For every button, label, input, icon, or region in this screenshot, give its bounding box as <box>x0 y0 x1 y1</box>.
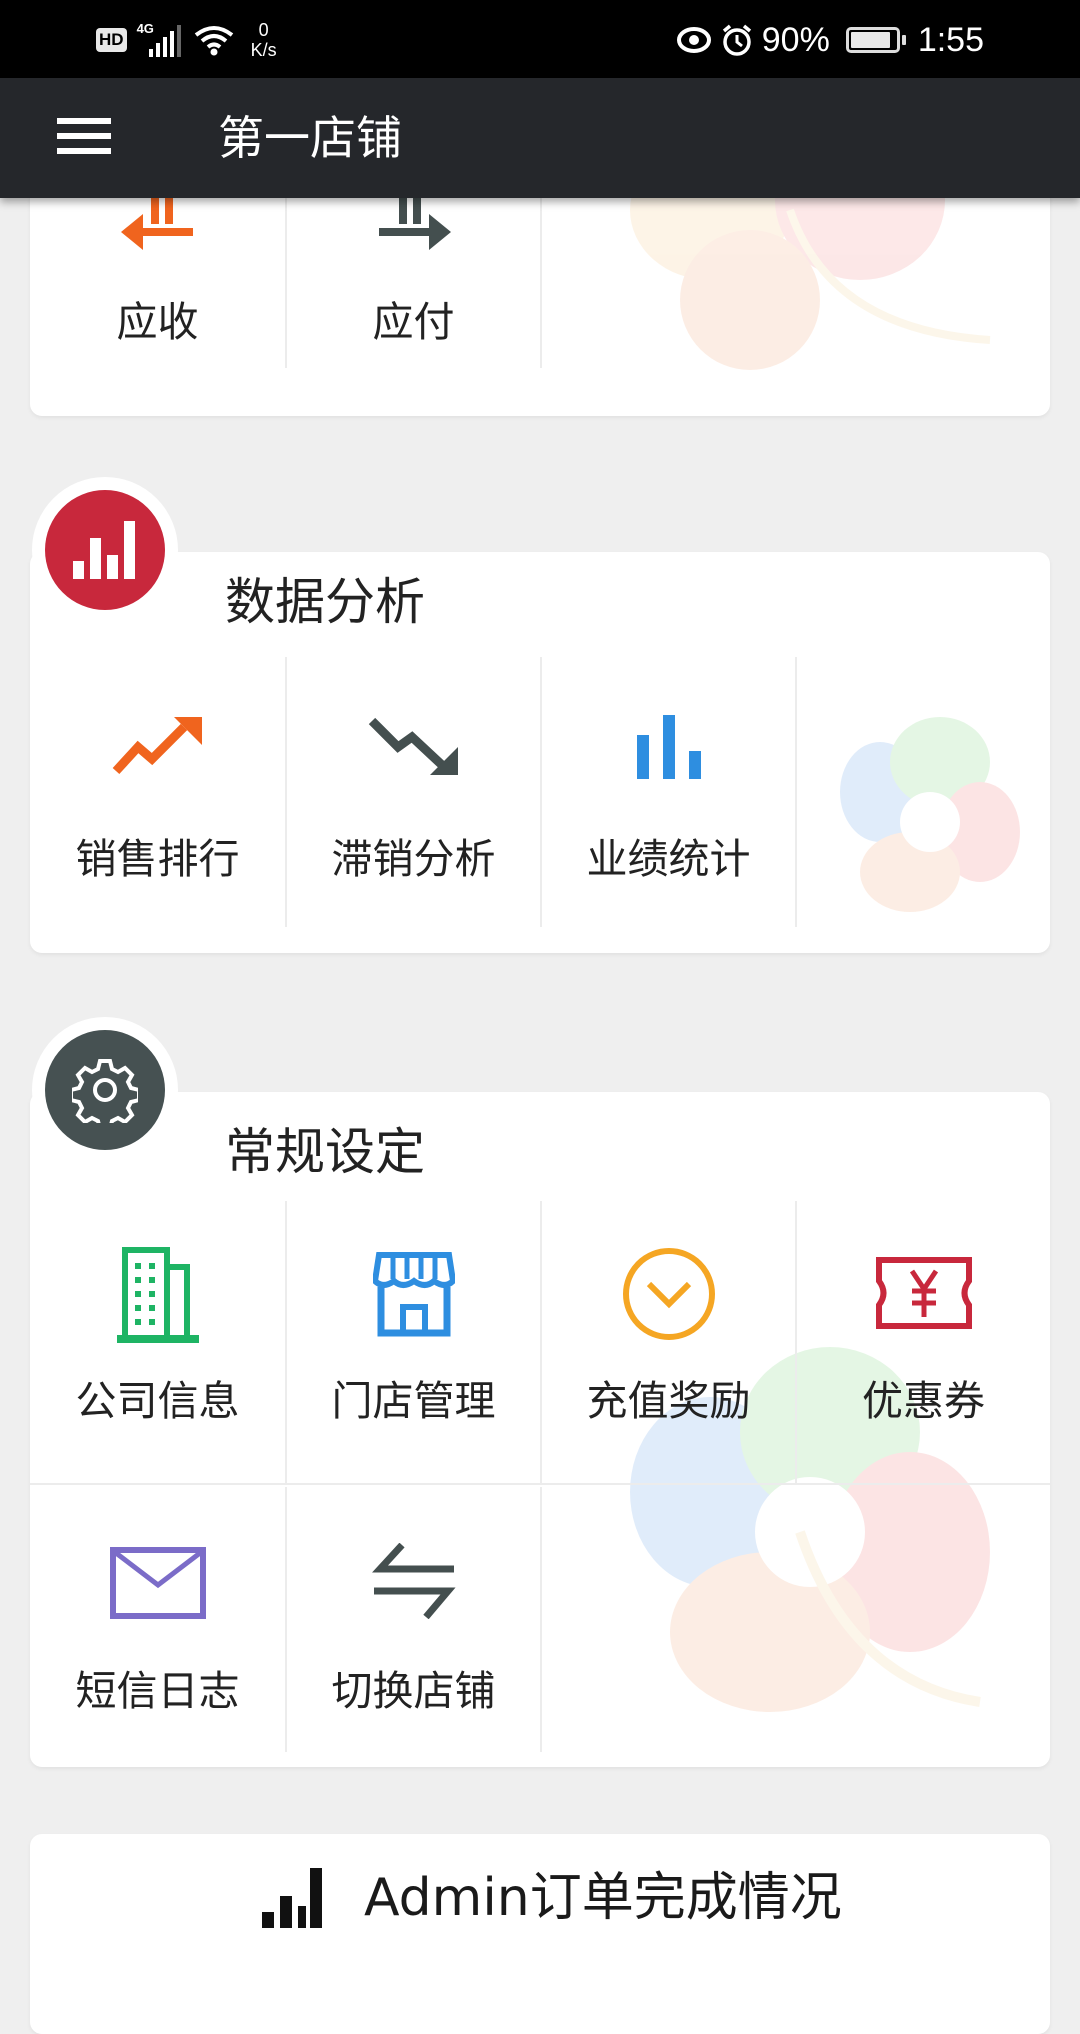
grid-item-label: 应付 <box>372 298 455 346</box>
trending-down-icon <box>368 717 458 775</box>
general-settings-card: 常规设定 公司信息 门店管理 充值奖励 优惠券 短信日志 切换店铺 <box>30 1092 1050 1767</box>
order-completion-card: Admin订单完成情况 <box>30 1834 1050 2034</box>
network-speed: 0 K/s <box>251 20 277 60</box>
grid-item-sales-ranking[interactable]: 销售排行 <box>30 657 285 927</box>
grid-item-label: 短信日志 <box>75 1667 240 1715</box>
grid-item-empty <box>540 1487 795 1752</box>
grid-item-performance[interactable]: 业绩统计 <box>540 657 795 927</box>
grid-item-label: 销售排行 <box>75 835 240 883</box>
grid-item-label: 优惠券 <box>862 1377 985 1425</box>
grid-item-empty <box>540 198 795 368</box>
grid-item-slow-sales[interactable]: 滞销分析 <box>285 657 540 927</box>
status-left: HD 4G 0 K/s <box>96 14 277 66</box>
network-type: 4G <box>136 21 154 36</box>
status-right: 90% 1:55 <box>676 14 984 66</box>
grid-item-switch-store[interactable]: 切换店铺 <box>285 1487 540 1752</box>
alarm-icon <box>722 24 751 56</box>
grid-item-sms-log[interactable]: 短信日志 <box>30 1487 285 1752</box>
switch-arrows-icon <box>371 1543 456 1619</box>
status-bar: HD 4G 0 K/s 90% 1:55 <box>0 0 1080 78</box>
storefront-icon <box>372 1252 455 1337</box>
arrow-left-receivable-icon <box>120 198 193 250</box>
yen-coupon-icon <box>875 1257 972 1329</box>
section-badge <box>32 1017 178 1163</box>
grid-item-coupon[interactable]: 优惠券 <box>795 1201 1050 1483</box>
speed-unit: K/s <box>250 40 277 60</box>
grid-item-label: 切换店铺 <box>331 1667 496 1715</box>
section-badge <box>32 477 178 623</box>
card-title: Admin订单完成情况 <box>364 1868 842 1928</box>
app-bar: 第一店铺 <box>0 78 1080 198</box>
data-analysis-card: 数据分析 销售排行 滞销分析 业绩统计 <box>30 552 1050 953</box>
building-icon <box>116 1247 199 1343</box>
battery-percent: 90% <box>761 20 830 59</box>
clock: 1:55 <box>917 20 984 59</box>
trending-up-icon <box>112 717 202 775</box>
grid-item-empty <box>795 657 1050 927</box>
grid-item-recharge-reward[interactable]: 充值奖励 <box>540 1201 795 1483</box>
section-title: 数据分析 <box>225 573 425 631</box>
signal-icon: 4G <box>136 21 183 57</box>
bar-chart-icon <box>45 490 165 610</box>
grid-item-receivable[interactable]: 应收 <box>30 198 285 368</box>
speed-value: 0 <box>258 20 269 40</box>
battery-icon <box>845 27 906 53</box>
grid-item-store-management[interactable]: 门店管理 <box>285 1201 540 1483</box>
signal-bars-icon <box>262 1868 322 1928</box>
hamburger-menu-icon[interactable] <box>57 118 111 154</box>
grid-item-payable[interactable]: 应付 <box>285 198 540 368</box>
hd-icon: HD <box>96 28 127 52</box>
grid-item-label: 门店管理 <box>331 1377 496 1425</box>
envelope-icon <box>109 1547 206 1619</box>
page-title: 第一店铺 <box>218 111 402 165</box>
bar-chart-icon <box>636 715 701 779</box>
grid-item-label: 应收 <box>116 298 199 346</box>
eye-icon <box>676 27 711 53</box>
grid-item-label: 公司信息 <box>75 1377 240 1425</box>
chevron-circle-icon <box>622 1248 715 1340</box>
grid-item-label: 充值奖励 <box>586 1377 751 1425</box>
grid-item-label: 滞销分析 <box>331 835 496 883</box>
wifi-icon <box>194 26 233 56</box>
arrow-right-payable-icon <box>378 198 451 250</box>
grid-item-company-info[interactable]: 公司信息 <box>30 1201 285 1483</box>
section-title: 常规设定 <box>225 1123 425 1181</box>
grid-item-label: 业绩统计 <box>586 835 751 883</box>
gear-icon <box>45 1030 165 1150</box>
